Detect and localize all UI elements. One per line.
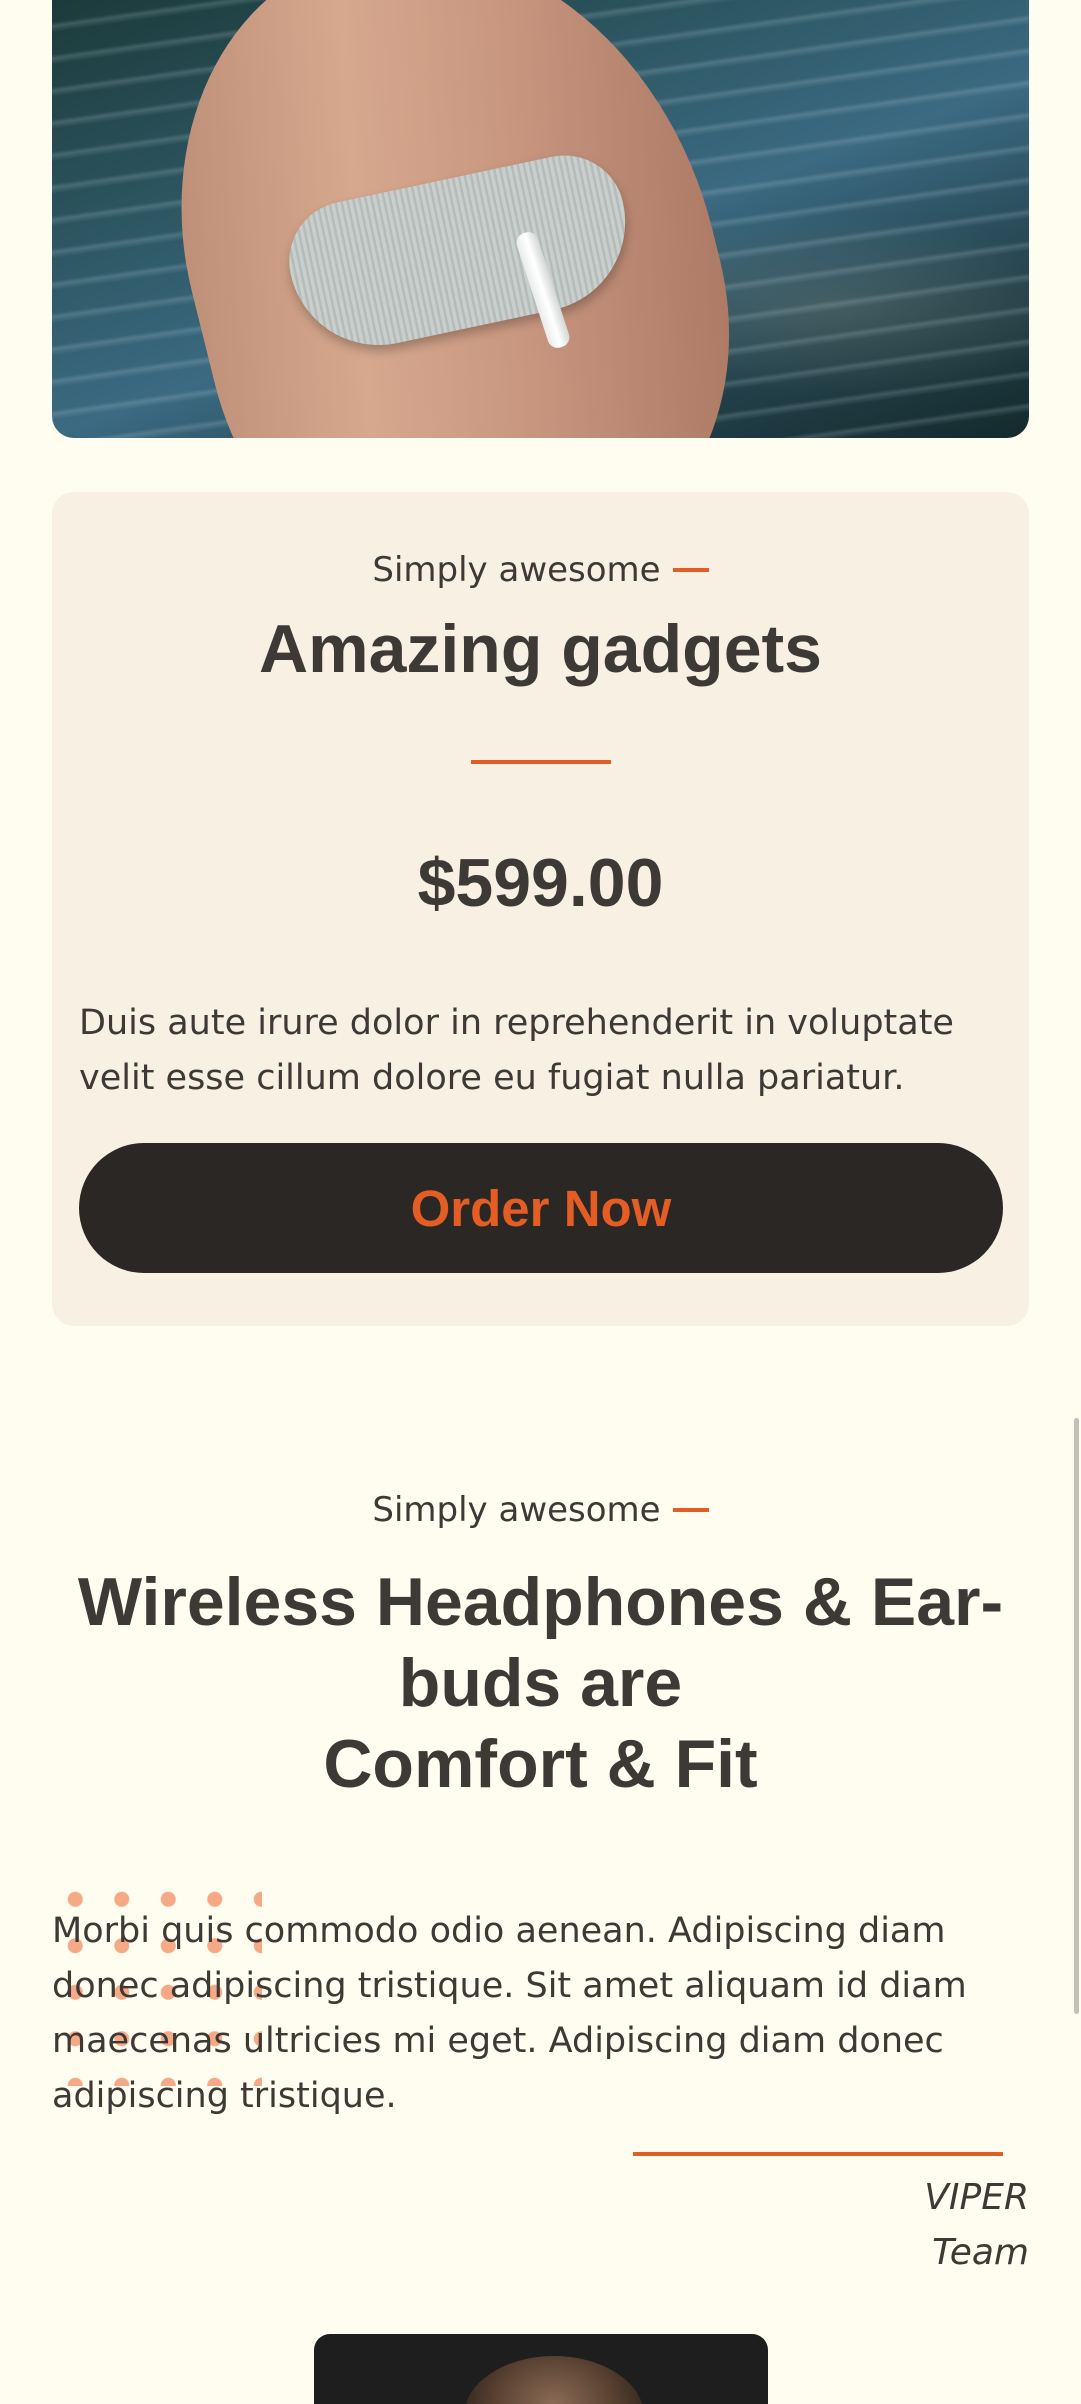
product-card: Simply awesome Amazing gadgets $599.00 D…	[52, 492, 1029, 1326]
feature-title-line: Wireless Headphones & Ear-	[77, 1564, 1004, 1640]
feature-title-line: buds are	[398, 1645, 683, 1721]
title-divider	[471, 760, 611, 764]
feature-title-line: Comfort & Fit	[323, 1726, 758, 1802]
order-now-button[interactable]: Order Now	[79, 1143, 1003, 1273]
product-price: $599.00	[417, 845, 664, 921]
feature-title: Wireless Headphones & Ear- buds are Comf…	[52, 1562, 1029, 1805]
accent-dash	[672, 567, 709, 572]
signature-divider	[633, 2152, 1003, 2156]
signature-line: Team	[932, 2232, 1029, 2273]
product-description: Duis aute irure dolor in reprehenderit i…	[79, 1003, 954, 1098]
team-portrait-image	[314, 2334, 768, 2404]
feature-eyebrow: Simply awesome	[0, 1490, 1081, 1530]
product-eyebrow-text: Simply awesome	[372, 550, 661, 590]
hero-image	[52, 0, 1029, 438]
signature-line: VIPER	[924, 2177, 1029, 2218]
feature-eyebrow-text: Simply awesome	[372, 1490, 661, 1530]
portrait-hair	[464, 2356, 644, 2404]
accent-dash	[672, 1507, 709, 1512]
feature-body: Morbi quis commodo odio aenean. Adipisci…	[52, 1911, 967, 2116]
signature: VIPER Team	[924, 2170, 1029, 2280]
vertical-scrollbar[interactable]	[1074, 1418, 1079, 2014]
product-title: Amazing gadgets	[259, 611, 822, 687]
product-eyebrow: Simply awesome	[52, 550, 1029, 590]
